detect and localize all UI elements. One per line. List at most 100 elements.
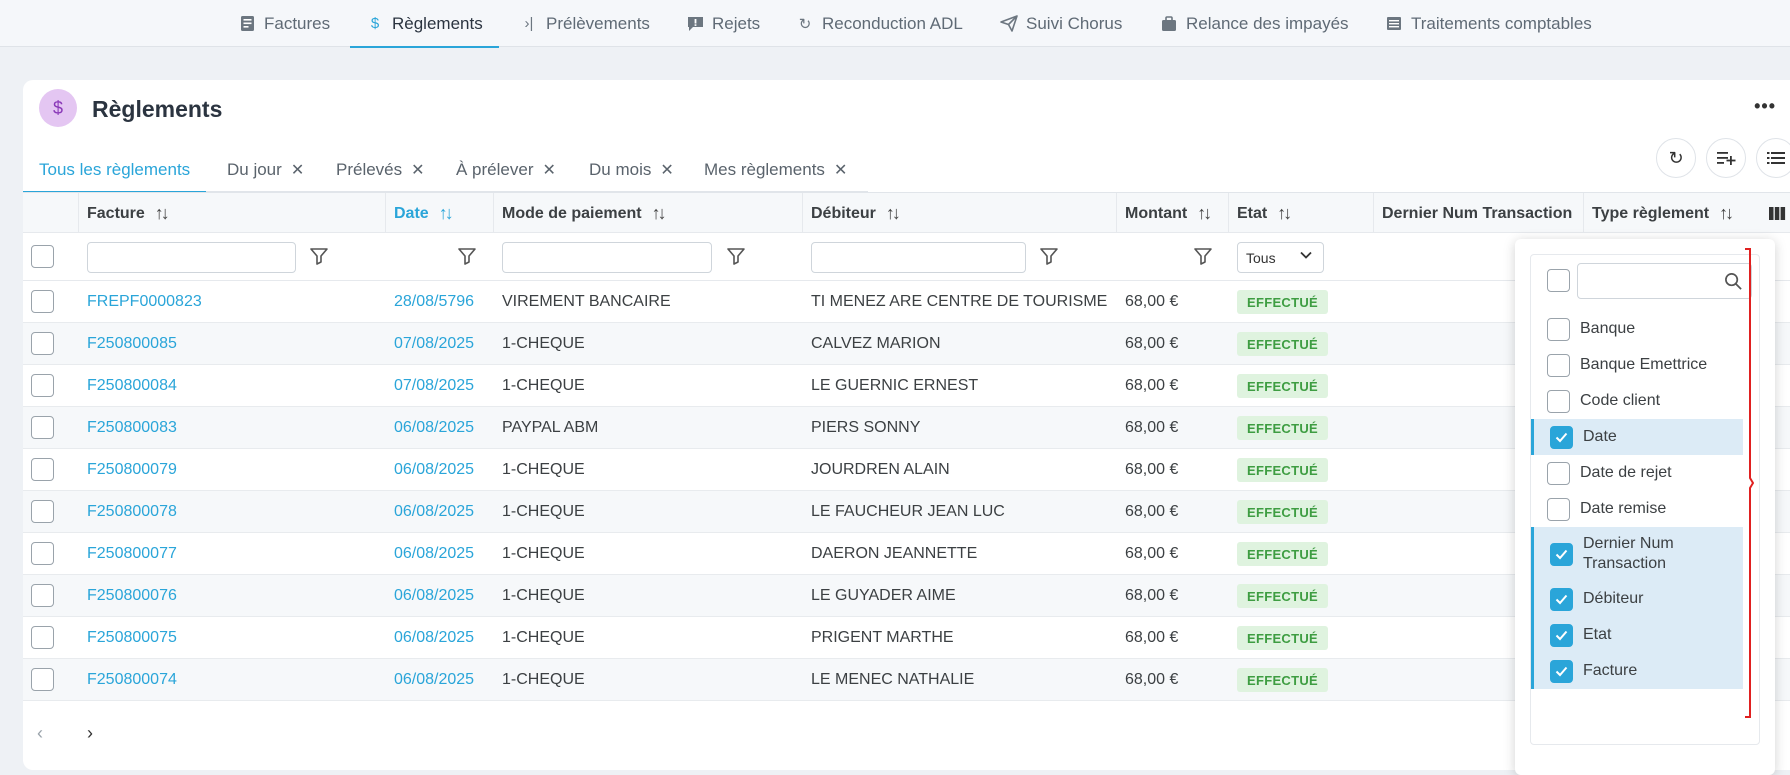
close-icon[interactable]: ✕ [834,160,847,180]
column-checkbox[interactable] [1550,426,1573,449]
row-checkbox[interactable] [31,584,54,607]
tab-tous-les-reglements[interactable]: Tous les règlements [22,148,207,193]
facture-link[interactable]: F250800079 [87,449,177,490]
column-header-facture[interactable]: Facture ↑↓ [87,193,170,234]
sort-icon[interactable]: ↑↓ [1197,203,1212,224]
date-link[interactable]: 07/08/2025 [394,323,474,364]
filter-icon[interactable] [457,246,477,266]
date-link[interactable]: 06/08/2025 [394,575,474,616]
column-header-date[interactable]: Date ↑↓ [394,193,454,234]
column-checkbox[interactable] [1550,543,1573,566]
select-all-checkbox[interactable] [31,245,54,268]
facture-link[interactable]: F250800075 [87,617,177,658]
list-view-button[interactable] [1756,138,1790,178]
date-link[interactable]: 07/08/2025 [394,365,474,406]
next-page-icon[interactable]: › [87,723,93,744]
sort-icon[interactable]: ↑↓ [1719,203,1734,224]
column-header-dernier-num-transaction[interactable]: Dernier Num Transaction [1382,193,1572,234]
column-header-etat[interactable]: Etat ↑↓ [1237,193,1292,234]
nav-item-relance-impayes[interactable]: Relance des impayés [1160,0,1349,47]
date-link[interactable]: 06/08/2025 [394,617,474,658]
column-header-mode-paiement[interactable]: Mode de paiement ↑↓ [502,193,667,234]
select-all-columns-checkbox[interactable] [1547,269,1570,292]
row-checkbox[interactable] [31,374,54,397]
close-icon[interactable]: ✕ [542,160,555,180]
column-checkbox[interactable] [1550,624,1573,647]
tab-du-jour[interactable]: Du jour ✕ [227,148,304,192]
close-icon[interactable]: ✕ [291,160,304,180]
facture-link[interactable]: F250800078 [87,491,177,532]
column-option[interactable]: Dernier Num Transaction [1531,527,1743,581]
sort-icon[interactable]: ↑↓ [652,203,667,224]
column-header-type-reglement[interactable]: Type règlement ↑↓ [1592,193,1734,234]
date-link[interactable]: 06/08/2025 [394,533,474,574]
column-option[interactable]: Etat [1531,617,1743,653]
close-icon[interactable]: ✕ [411,160,424,180]
filter-icon[interactable] [1193,246,1213,266]
add-to-list-button[interactable] [1706,138,1746,178]
column-chooser-button[interactable] [1768,193,1786,234]
filter-icon[interactable] [726,246,746,266]
tab-a-prelever[interactable]: À prélever ✕ [456,148,556,192]
filter-icon[interactable] [309,246,329,266]
column-search-input[interactable] [1577,263,1752,299]
column-checkbox[interactable] [1547,318,1570,341]
facture-link[interactable]: F250800076 [87,575,177,616]
date-link[interactable]: 28/08/5796 [394,281,474,322]
mode-paiement-filter-input[interactable] [502,242,712,273]
row-checkbox[interactable] [31,668,54,691]
row-checkbox[interactable] [31,458,54,481]
row-checkbox[interactable] [31,416,54,439]
sort-icon[interactable]: ↑↓ [886,203,901,224]
date-link[interactable]: 06/08/2025 [394,407,474,448]
column-checkbox[interactable] [1547,498,1570,521]
nav-item-reconduction-adl[interactable]: ↻ Reconduction ADL [796,0,963,47]
column-option[interactable]: Facture [1531,653,1743,689]
row-checkbox[interactable] [31,542,54,565]
row-checkbox[interactable] [31,332,54,355]
close-icon[interactable]: ✕ [660,160,673,180]
column-checkbox[interactable] [1547,354,1570,377]
nav-item-prelevements[interactable]: ›| Prélèvements [520,0,650,47]
tab-preleves[interactable]: Prélevés ✕ [336,148,425,192]
nav-item-traitements-comptables[interactable]: Traitements comptables [1385,0,1592,47]
row-checkbox[interactable] [31,626,54,649]
column-checkbox[interactable] [1550,588,1573,611]
tab-du-mois[interactable]: Du mois ✕ [589,148,674,192]
column-option[interactable]: Banque Emettrice [1531,347,1743,383]
nav-item-reglements[interactable]: $ Règlements [350,0,499,48]
tab-mes-reglements[interactable]: Mes règlements ✕ [704,148,847,192]
column-option[interactable]: Date de rejet [1531,455,1743,491]
facture-link[interactable]: F250800084 [87,365,177,406]
nav-item-factures[interactable]: Factures [238,0,330,47]
column-option[interactable]: Banque [1531,311,1743,347]
date-link[interactable]: 06/08/2025 [394,659,474,700]
column-option[interactable]: Débiteur [1531,581,1743,617]
date-link[interactable]: 06/08/2025 [394,449,474,490]
column-option[interactable]: Date [1531,419,1743,455]
sort-icon[interactable]: ↑↓ [155,203,170,224]
nav-item-suivi-chorus[interactable]: Suivi Chorus [1000,0,1122,47]
column-checkbox[interactable] [1550,660,1573,683]
column-option[interactable]: Code client [1531,383,1743,419]
column-checkbox[interactable] [1547,462,1570,485]
column-header-debiteur[interactable]: Débiteur ↑↓ [811,193,901,234]
facture-link[interactable]: F250800077 [87,533,177,574]
debiteur-filter-input[interactable] [811,242,1026,273]
more-options-icon[interactable]: ••• [1754,96,1776,117]
facture-link[interactable]: FREPF0000823 [87,281,202,322]
facture-link[interactable]: F250800085 [87,323,177,364]
facture-link[interactable]: F250800074 [87,659,177,700]
column-checkbox[interactable] [1547,390,1570,413]
row-checkbox[interactable] [31,500,54,523]
filter-icon[interactable] [1039,246,1059,266]
etat-filter-select[interactable]: Tous [1237,242,1324,273]
date-link[interactable]: 06/08/2025 [394,491,474,532]
sort-icon[interactable]: ↑↓ [1277,203,1292,224]
sort-icon[interactable]: ↑↓ [439,203,454,224]
nav-item-rejets[interactable]: Rejets [686,0,760,47]
facture-link[interactable]: F250800083 [87,407,177,448]
refresh-button[interactable]: ↻ [1656,138,1696,178]
column-header-montant[interactable]: Montant ↑↓ [1125,193,1212,234]
facture-filter-input[interactable] [87,242,296,273]
